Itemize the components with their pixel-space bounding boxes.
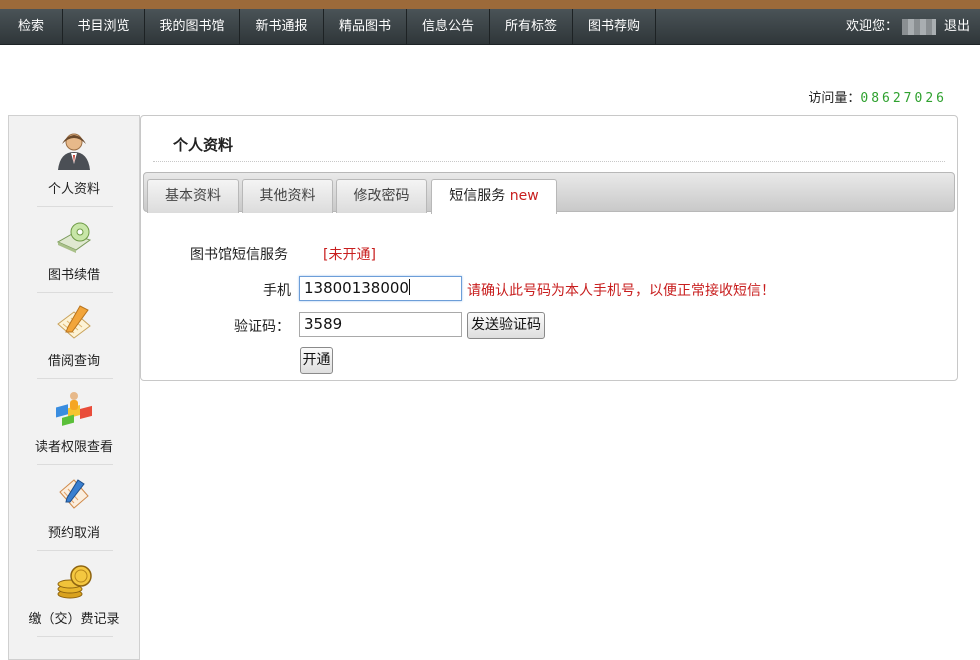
nav-my-library[interactable]: 我的图书馆 [145, 9, 240, 45]
activate-button[interactable]: 开通 [300, 347, 333, 374]
sidebar-item-label: 图书续借 [47, 268, 100, 283]
profile-panel: 个人资料 基本资料 其他资料 修改密码 短信服务 new 图书馆短信服务 [未开… [140, 115, 958, 381]
sidebar-item-label: 读者权限查看 [34, 440, 113, 455]
top-accent-strip [0, 0, 980, 9]
permissions-blocks-icon [56, 392, 92, 426]
tab-bar: 基本资料 其他资料 修改密码 短信服务 new [143, 172, 955, 214]
sidebar-item-label: 借阅查询 [47, 354, 100, 369]
sidebar-item-renew[interactable]: 图书续借 [9, 202, 139, 288]
sms-status-badge: [未开通] [323, 247, 376, 263]
nav-featured-books[interactable]: 精品图书 [324, 9, 407, 45]
tab-sms-service[interactable]: 短信服务 new [431, 179, 557, 214]
nav-catalog-browse[interactable]: 书目浏览 [63, 9, 145, 45]
new-badge: new [509, 188, 539, 204]
clipboard-pen-icon [59, 479, 89, 509]
sms-service-label: 图书馆短信服务 [190, 247, 288, 263]
sidebar-item-label: 缴（交）费记录 [28, 612, 120, 627]
nav-new-books[interactable]: 新书通报 [240, 9, 324, 45]
visit-counter-value: 08627026 [860, 91, 947, 106]
nav-book-recommend[interactable]: 图书荐购 [573, 9, 656, 45]
text-caret [408, 279, 410, 295]
nav-search[interactable]: 检索 [0, 9, 63, 45]
phone-value: 13800138000 [304, 279, 409, 297]
phone-label: 手机 [263, 283, 291, 299]
sidebar-item-label: 个人资料 [47, 182, 100, 197]
user-icon [58, 133, 90, 170]
phone-hint: 请确认此号码为本人手机号，以便正常接收短信！ [467, 283, 775, 299]
welcome-area: 欢迎您： 退出 [846, 9, 970, 45]
nav-announcements[interactable]: 信息公告 [407, 9, 490, 45]
coins-icon [57, 565, 92, 599]
visit-counter: 访问量：08627026 [808, 87, 947, 106]
main-navbar: 检索 书目浏览 我的图书馆 新书通报 精品图书 信息公告 所有标签 图书荐购 [0, 9, 980, 45]
visit-counter-label: 访问量： [808, 91, 861, 106]
sidebar-item-fee-records[interactable]: 缴（交）费记录 [9, 546, 139, 632]
cd-book-icon [56, 222, 92, 253]
notepad-pencil-icon [57, 305, 91, 339]
sidebar-item-borrow-query[interactable]: 借阅查询 [9, 288, 139, 374]
verification-code-input[interactable]: 3589 [299, 312, 462, 337]
phone-input[interactable]: 13800138000 [299, 276, 462, 301]
verification-code-value: 3589 [304, 315, 343, 333]
tab-other-info[interactable]: 其他资料 [242, 179, 333, 213]
masked-username [901, 18, 936, 35]
logout-link[interactable]: 退出 [944, 19, 970, 34]
title-divider [153, 161, 945, 162]
sidebar-item-label: 预约取消 [47, 526, 100, 541]
sidebar-item-profile[interactable]: 个人资料 [9, 116, 139, 202]
sidebar-item-cancel-reservation[interactable]: 预约取消 [9, 460, 139, 546]
tab-basic-info[interactable]: 基本资料 [147, 179, 239, 213]
welcome-label: 欢迎您： [845, 19, 898, 34]
sidebar-divider [37, 636, 113, 637]
send-code-button[interactable]: 发送验证码 [467, 312, 545, 339]
tab-change-password[interactable]: 修改密码 [336, 179, 427, 213]
nav-all-tags[interactable]: 所有标签 [490, 9, 573, 45]
sidebar: 个人资料 图书续借 借阅查询 读者权限查看 预约取消 缴（交）费记录 [8, 115, 140, 660]
panel-title: 个人资料 [173, 136, 234, 154]
verification-code-label: 验证码： [234, 319, 290, 335]
sidebar-item-permissions[interactable]: 读者权限查看 [9, 374, 139, 460]
tab-sms-label: 短信服务 [449, 188, 506, 204]
